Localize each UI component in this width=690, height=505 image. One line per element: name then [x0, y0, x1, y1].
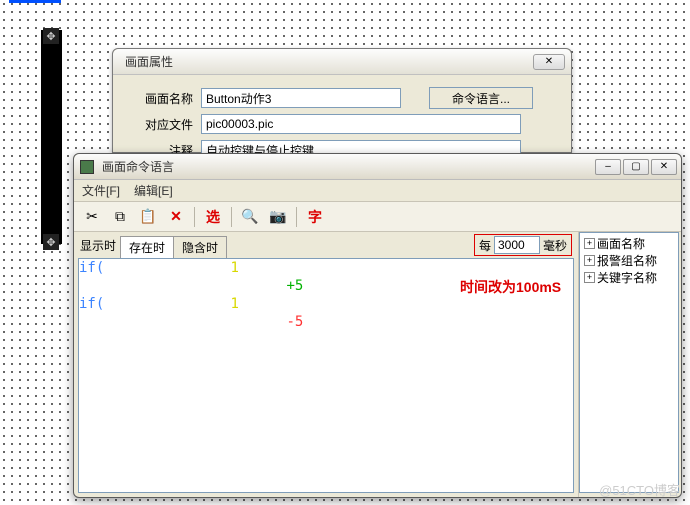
menu-bar: 文件[F] 编辑[E] — [74, 180, 681, 202]
minimize-button[interactable]: – — [595, 159, 621, 175]
toolbar: ✂ ⧉ 📋 ✕ 选 🔍 📷 字 — [74, 202, 681, 232]
paste-icon[interactable]: 📋 — [138, 207, 158, 227]
annotation-text: 时间改为100mS — [460, 277, 561, 297]
delete-icon[interactable]: ✕ — [166, 207, 186, 227]
tab-row: 显示时 存在时 隐含时 每 毫秒 — [74, 232, 578, 258]
dialog1-titlebar[interactable]: 画面属性 ✕ — [113, 49, 571, 75]
tree-panel: +画面名称 +报警组名称 +关键字名称 — [579, 232, 679, 493]
tab-exist[interactable]: 存在时 — [120, 236, 174, 258]
canvas-object[interactable] — [41, 30, 62, 244]
command-language-button[interactable]: 命令语言... — [429, 87, 533, 109]
interval-prefix: 每 — [479, 237, 491, 254]
tab-lead-label: 显示时 — [80, 237, 120, 254]
find-icon[interactable]: 🔍 — [240, 207, 260, 227]
select-icon[interactable]: 选 — [203, 207, 223, 227]
expand-icon[interactable]: + — [584, 255, 595, 266]
close-button[interactable]: ✕ — [651, 159, 677, 175]
toolbar-separator — [296, 207, 297, 227]
toolbar-separator — [231, 207, 232, 227]
expand-icon[interactable]: + — [584, 238, 595, 249]
expand-icon[interactable]: + — [584, 272, 595, 283]
tree-node-keyword[interactable]: +关键字名称 — [584, 269, 674, 286]
dialog1-close-button[interactable]: ✕ — [533, 54, 565, 70]
name-label: 画面名称 — [137, 90, 193, 107]
copy-icon[interactable]: ⧉ — [110, 207, 130, 227]
camera-icon[interactable]: 📷 — [268, 207, 288, 227]
file-label: 对应文件 — [137, 116, 193, 133]
tree-node-alarm[interactable]: +报警组名称 — [584, 252, 674, 269]
command-language-dialog: 画面命令语言 – ▢ ✕ 文件[F] 编辑[E] ✂ ⧉ 📋 ✕ 选 🔍 📷 字… — [73, 153, 682, 498]
file-input[interactable] — [201, 114, 521, 134]
name-input[interactable] — [201, 88, 401, 108]
interval-input[interactable] — [494, 236, 540, 254]
app-icon — [80, 160, 94, 174]
maximize-button[interactable]: ▢ — [623, 159, 649, 175]
screen-properties-dialog: 画面属性 ✕ 画面名称 命令语言... 对应文件 注释 — [112, 48, 572, 153]
dialog1-title: 画面属性 — [119, 53, 533, 70]
char-icon[interactable]: 字 — [305, 207, 325, 227]
watermark: @51CTO博客 — [599, 480, 680, 499]
tree-node-screen[interactable]: +画面名称 — [584, 235, 674, 252]
tab-hidden[interactable]: 隐含时 — [174, 236, 227, 258]
toolbar-separator — [194, 207, 195, 227]
interval-group: 每 毫秒 — [474, 234, 572, 256]
selection-bar — [9, 0, 61, 3]
cut-icon[interactable]: ✂ — [82, 207, 102, 227]
menu-edit[interactable]: 编辑[E] — [134, 182, 173, 199]
dialog2-titlebar[interactable]: 画面命令语言 – ▢ ✕ — [74, 154, 681, 180]
menu-file[interactable]: 文件[F] — [82, 182, 120, 199]
resize-handle-bottom[interactable]: ✥ — [43, 234, 59, 250]
interval-suffix: 毫秒 — [543, 237, 567, 254]
resize-handle-top[interactable]: ✥ — [43, 28, 59, 44]
dialog2-title: 画面命令语言 — [98, 158, 591, 175]
